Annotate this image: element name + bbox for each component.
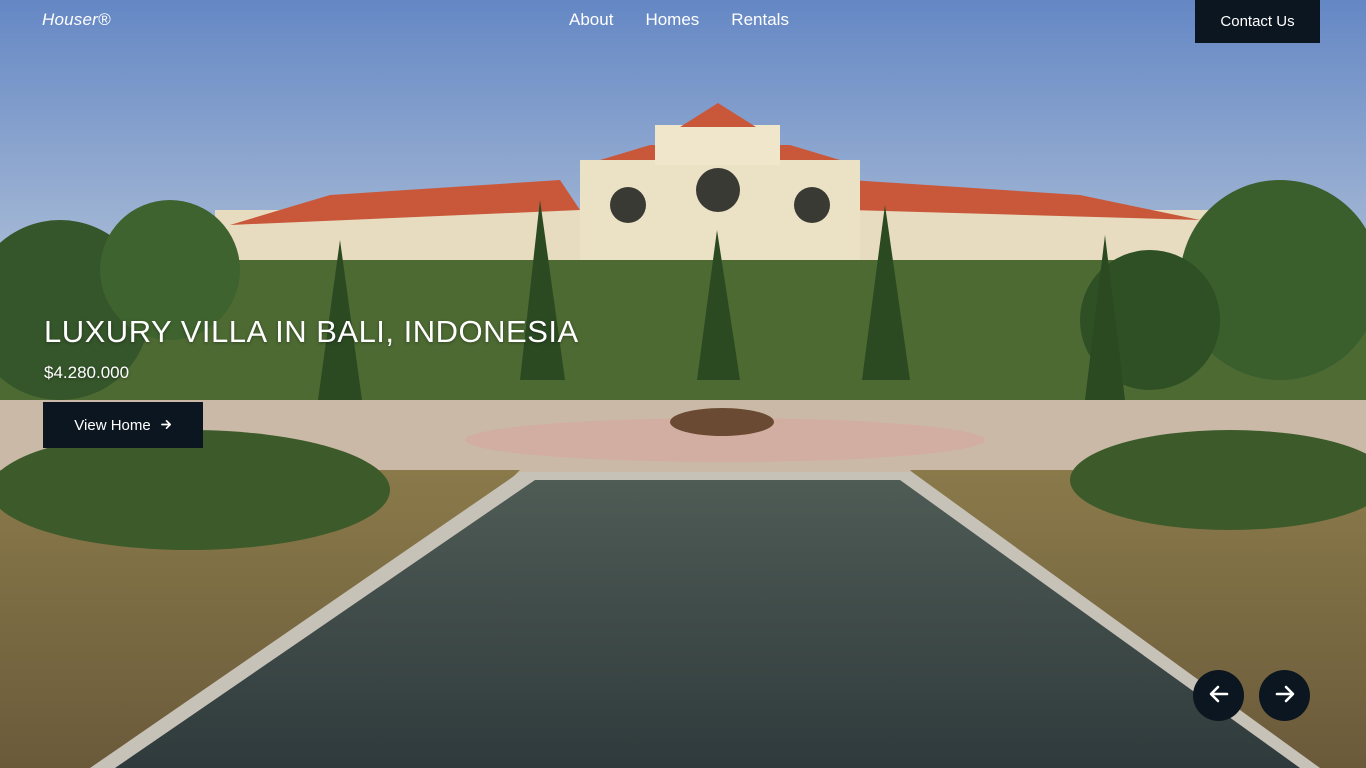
nav-rentals[interactable]: Rentals — [731, 10, 789, 30]
arrow-left-icon — [1207, 682, 1231, 709]
listing-price: $4.280.000 — [44, 363, 130, 382]
logo[interactable]: Houser® — [42, 10, 111, 30]
arrow-right-icon — [1273, 682, 1297, 709]
listing-title: LUXURY VILLA IN BALI, INDONESIA — [44, 314, 579, 349]
contact-button[interactable]: Contact Us — [1195, 0, 1320, 43]
villa-photo — [0, 0, 1366, 768]
arrow-right-icon — [160, 418, 172, 433]
main-nav: About Homes Rentals — [569, 10, 789, 30]
carousel-next-button[interactable] — [1259, 670, 1310, 721]
hero-background — [0, 0, 1366, 768]
carousel-prev-button[interactable] — [1193, 670, 1244, 721]
view-home-button[interactable]: View Home — [43, 402, 203, 448]
nav-homes[interactable]: Homes — [645, 10, 699, 30]
nav-about[interactable]: About — [569, 10, 613, 30]
view-home-label: View Home — [74, 416, 151, 434]
